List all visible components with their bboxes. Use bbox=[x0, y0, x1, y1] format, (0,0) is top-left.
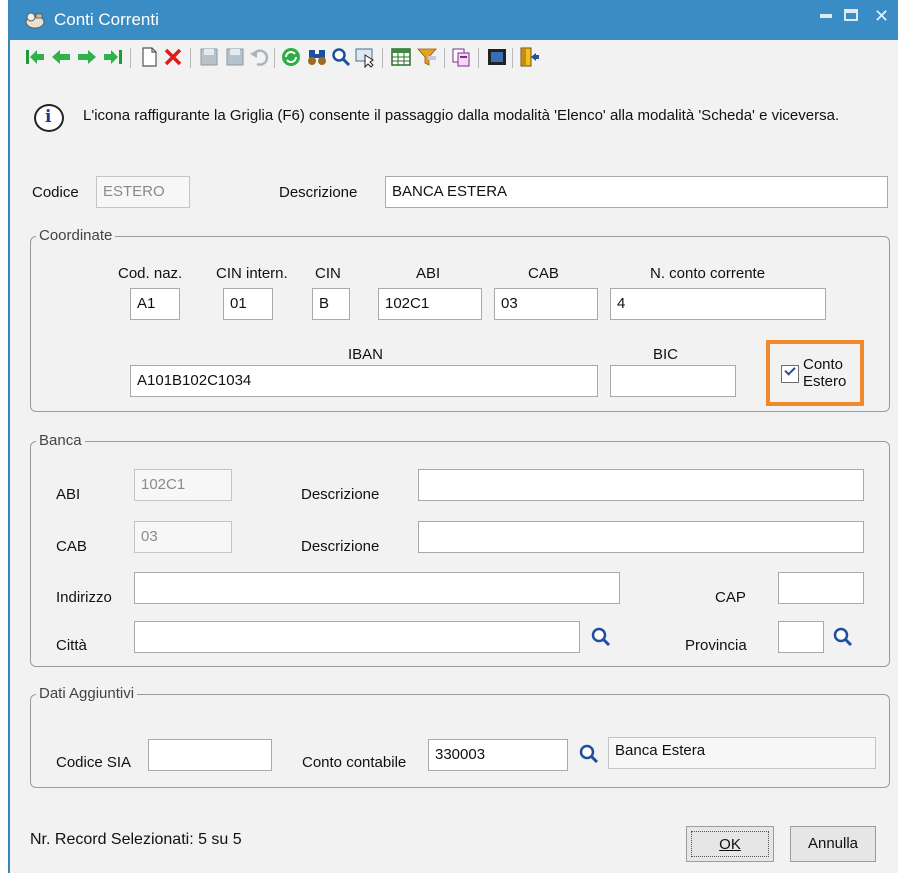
copy-icon[interactable] bbox=[450, 46, 472, 68]
app-icon bbox=[25, 12, 45, 29]
conto-contabile-descrizione: Banca Estera bbox=[608, 737, 876, 769]
search-icon[interactable] bbox=[330, 46, 352, 68]
ok-button[interactable]: OK bbox=[686, 826, 774, 862]
cod-naz-field[interactable]: A1 bbox=[130, 288, 180, 320]
binoculars-icon[interactable] bbox=[306, 46, 328, 68]
citta-field[interactable] bbox=[134, 621, 580, 653]
filter-icon[interactable] bbox=[416, 46, 438, 68]
delete-record-icon[interactable] bbox=[162, 46, 184, 68]
info-icon: i bbox=[34, 104, 64, 132]
banca-abi-descrizione-field[interactable] bbox=[418, 469, 864, 501]
coordinate-group-title: Coordinate bbox=[36, 227, 116, 244]
banca-group-title: Banca bbox=[36, 432, 85, 449]
cin-label: CIN bbox=[315, 265, 341, 282]
conto-estero-label-line2: Estero bbox=[803, 373, 847, 390]
abi-field[interactable]: 102C1 bbox=[378, 288, 482, 320]
bic-label: BIC bbox=[653, 346, 679, 363]
next-record-icon[interactable] bbox=[76, 46, 98, 68]
close-button[interactable]: ✕ bbox=[874, 6, 889, 27]
conto-contabile-label: Conto contabile bbox=[302, 754, 407, 771]
cap-label: CAP bbox=[715, 589, 746, 606]
annulla-button-label: Annulla bbox=[807, 835, 859, 852]
ok-button-label: OK bbox=[719, 836, 741, 853]
banca-abi-field[interactable]: 102C1 bbox=[134, 469, 232, 501]
banca-cab-label: CAB bbox=[56, 538, 87, 555]
provincia-label: Provincia bbox=[685, 637, 747, 654]
toolbar bbox=[10, 40, 898, 76]
banca-abi-descrizione-label: Descrizione bbox=[301, 486, 380, 503]
cab-field[interactable]: 03 bbox=[494, 288, 598, 320]
descrizione-label: Descrizione bbox=[279, 184, 358, 201]
cap-field[interactable] bbox=[778, 572, 864, 604]
conto-contabile-search-icon[interactable] bbox=[578, 743, 600, 765]
conto-contabile-field[interactable]: 330003 bbox=[428, 739, 568, 771]
record-status: Nr. Record Selezionati: 5 su 5 bbox=[30, 831, 242, 848]
descrizione-field[interactable]: BANCA ESTERA bbox=[385, 176, 888, 208]
title-bar: Conti Correnti ✕ bbox=[10, 0, 898, 40]
conto-corrente-label: N. conto corrente bbox=[650, 265, 766, 282]
indirizzo-label: Indirizzo bbox=[56, 589, 112, 606]
banca-cab-field[interactable]: 03 bbox=[134, 521, 232, 553]
citta-search-icon[interactable] bbox=[590, 626, 612, 648]
save-icon[interactable] bbox=[198, 46, 220, 68]
annulla-button[interactable]: Annulla bbox=[790, 826, 876, 862]
cin-intern-label: CIN intern. bbox=[216, 265, 288, 282]
bic-field[interactable] bbox=[610, 365, 736, 397]
previous-record-icon[interactable] bbox=[50, 46, 72, 68]
indirizzo-field[interactable] bbox=[134, 572, 620, 604]
iban-label: IBAN bbox=[348, 346, 384, 363]
conto-estero-label: Conto Estero bbox=[803, 356, 846, 390]
window-title: Conti Correnti bbox=[54, 10, 159, 29]
conto-estero-label-line1: Conto bbox=[803, 356, 844, 373]
maximize-button[interactable] bbox=[844, 9, 858, 21]
abi-label: ABI bbox=[416, 265, 441, 282]
refresh-icon[interactable] bbox=[280, 46, 302, 68]
last-record-icon[interactable] bbox=[102, 46, 124, 68]
provincia-field[interactable] bbox=[778, 621, 824, 653]
first-record-icon[interactable] bbox=[24, 46, 46, 68]
undo-icon[interactable] bbox=[248, 46, 270, 68]
banca-abi-label: ABI bbox=[56, 486, 81, 503]
cin-intern-field[interactable]: 01 bbox=[223, 288, 273, 320]
select-icon[interactable] bbox=[354, 46, 376, 68]
cin-field[interactable]: B bbox=[312, 288, 350, 320]
cab-label: CAB bbox=[528, 265, 559, 282]
info-message: L'icona raffigurante la Griglia (F6) con… bbox=[83, 107, 840, 124]
preview-icon[interactable] bbox=[486, 46, 508, 68]
window: Conti Correnti ✕ i L'icona raffigurante … bbox=[8, 0, 898, 873]
minimize-button[interactable] bbox=[820, 14, 832, 18]
codice-sia-label: Codice SIA bbox=[56, 754, 132, 771]
codice-sia-field[interactable] bbox=[148, 739, 272, 771]
exit-icon[interactable] bbox=[518, 46, 540, 68]
codice-field[interactable]: ESTERO bbox=[96, 176, 190, 208]
iban-field[interactable]: A101B102C1034 bbox=[130, 365, 598, 397]
codice-label: Codice bbox=[32, 184, 79, 201]
conto-corrente-field[interactable]: 4 bbox=[610, 288, 826, 320]
checkmark-icon bbox=[784, 364, 796, 376]
cod-naz-label: Cod. naz. bbox=[118, 265, 183, 282]
banca-cab-descrizione-field[interactable] bbox=[418, 521, 864, 553]
grid-icon[interactable] bbox=[390, 46, 412, 68]
provincia-search-icon[interactable] bbox=[832, 626, 854, 648]
citta-label: Città bbox=[56, 637, 87, 654]
banca-cab-descrizione-label: Descrizione bbox=[301, 538, 380, 555]
dati-aggiuntivi-group-title: Dati Aggiuntivi bbox=[36, 685, 138, 702]
new-record-icon[interactable] bbox=[138, 46, 160, 68]
save-as-icon[interactable] bbox=[224, 46, 246, 68]
conto-estero-checkbox[interactable] bbox=[781, 364, 799, 383]
